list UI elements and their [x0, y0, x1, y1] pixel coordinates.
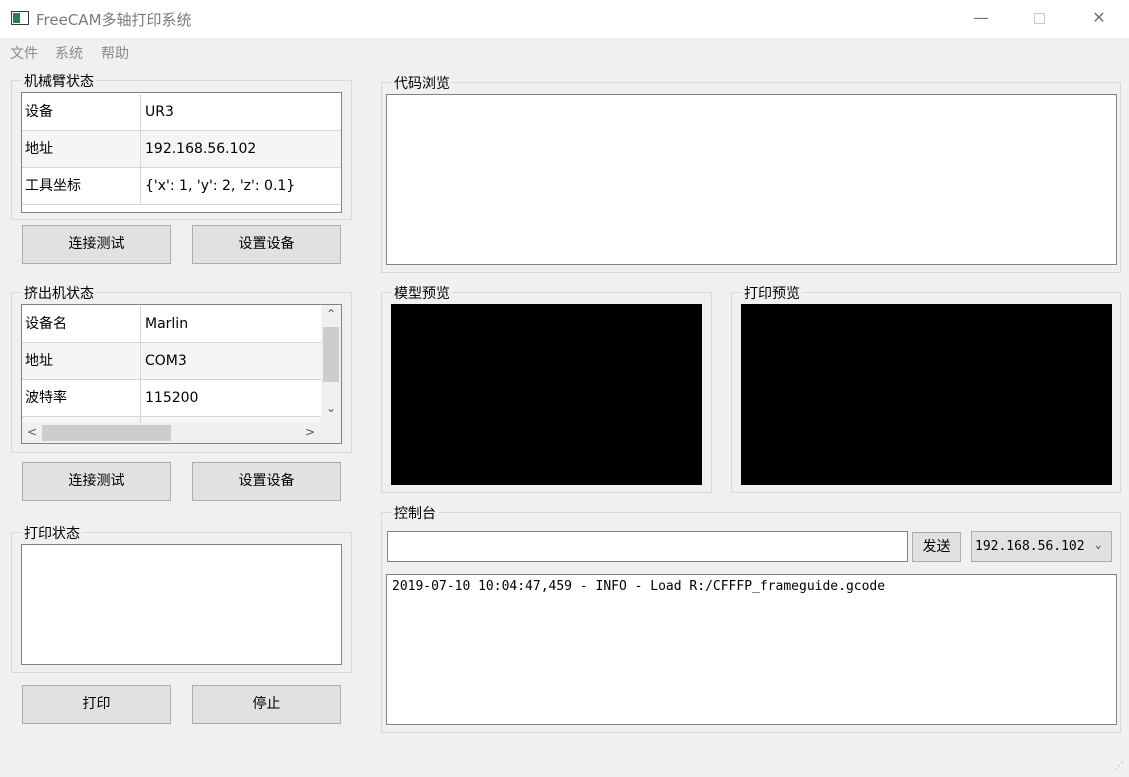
robot-arm-table[interactable]: 设备 UR3 地址 192.168.56.102 工具坐标 {'x': 1, '… [21, 92, 342, 213]
table-key-cell: 地址 [22, 343, 141, 379]
scroll-left-icon[interactable]: < [24, 425, 40, 441]
robot-arm-title: 机械臂状态 [22, 71, 96, 91]
minimize-button[interactable]: — [952, 0, 1010, 38]
model-preview-title: 模型预览 [392, 283, 452, 303]
extruder-connect-test-button[interactable]: 连接测试 [22, 462, 171, 501]
menu-system[interactable]: 系统 [55, 43, 83, 63]
print-preview-title: 打印预览 [742, 283, 802, 303]
scroll-thumb[interactable] [323, 327, 339, 382]
print-button[interactable]: 打印 [22, 685, 171, 724]
scroll-up-icon[interactable]: ⌃ [321, 307, 341, 323]
close-button[interactable]: ✕ [1070, 0, 1128, 38]
table-row[interactable]: 工具坐标 {'x': 1, 'y': 2, 'z': 0.1} [22, 168, 341, 205]
menu-help[interactable]: 帮助 [101, 43, 129, 63]
menu-file[interactable]: 文件 [10, 43, 38, 63]
table-row[interactable]: 地址 COM3 [22, 343, 321, 380]
scroll-down-icon[interactable]: ⌄ [321, 401, 341, 417]
menu-bar [0, 38, 1129, 64]
close-icon: ✕ [1092, 8, 1106, 27]
print-preview-canvas[interactable] [741, 304, 1112, 485]
table-key-cell: 波特率 [22, 380, 141, 416]
vertical-scrollbar[interactable]: ⌃ ⌄ [321, 305, 341, 423]
console-log[interactable]: 2019-07-10 10:04:47,459 - INFO - Load R:… [386, 574, 1117, 725]
minimize-icon: — [973, 8, 989, 27]
table-row[interactable]: 设备名 Marlin [22, 306, 321, 343]
log-line: 2019-07-10 10:04:47,459 - INFO - Load R:… [392, 579, 886, 594]
table-value-cell: Marlin [145, 316, 189, 332]
stop-button[interactable]: 停止 [192, 685, 341, 724]
print-status-text[interactable] [21, 544, 342, 665]
robot-setup-button[interactable]: 设置设备 [192, 225, 341, 264]
table-row[interactable]: 地址 192.168.56.102 [22, 131, 341, 168]
extruder-table[interactable]: 设备名 Marlin 地址 COM3 波特率 115200 ⌃ ⌄ < > [21, 304, 342, 444]
model-preview-canvas[interactable] [391, 304, 702, 485]
table-key-cell: 地址 [22, 131, 141, 167]
table-value-cell: {'x': 1, 'y': 2, 'z': 0.1} [145, 178, 296, 194]
table-value-cell: 192.168.56.102 [145, 141, 257, 157]
console-command-input[interactable] [387, 531, 908, 562]
send-button[interactable]: 发送 [912, 532, 961, 562]
code-view-text[interactable] [386, 94, 1117, 265]
target-address-value: 192.168.56.102 [975, 539, 1085, 554]
table-value-cell: COM3 [145, 353, 187, 369]
console-title: 控制台 [392, 503, 438, 523]
table-row[interactable]: 设备 UR3 [22, 94, 341, 131]
table-key-cell: 设备 [22, 94, 141, 130]
table-key-cell: 设备名 [22, 306, 141, 342]
table-value-cell: UR3 [145, 104, 174, 120]
maximize-button[interactable] [1010, 0, 1068, 38]
table-value-cell: 115200 [145, 390, 199, 406]
horizontal-scrollbar[interactable]: < > [22, 423, 321, 443]
target-address-select[interactable]: 192.168.56.102 ⌄ [971, 531, 1112, 562]
maximize-icon [1033, 13, 1045, 24]
print-status-title: 打印状态 [22, 523, 82, 543]
app-icon [11, 11, 29, 25]
scroll-corner [321, 423, 341, 443]
table-key-cell: 工具坐标 [22, 168, 141, 204]
robot-connect-test-button[interactable]: 连接测试 [22, 225, 171, 264]
scroll-right-icon[interactable]: > [302, 425, 318, 441]
code-view-title: 代码浏览 [392, 73, 452, 93]
table-row[interactable]: 波特率 115200 [22, 380, 321, 417]
scroll-thumb[interactable] [42, 425, 171, 441]
window-title: FreeCAM多轴打印系统 [36, 11, 192, 29]
extruder-title: 挤出机状态 [22, 283, 96, 303]
extruder-setup-button[interactable]: 设置设备 [192, 462, 341, 501]
resize-grip-icon[interactable]: ⋰ [1114, 762, 1126, 774]
chevron-down-icon: ⌄ [1095, 538, 1102, 551]
